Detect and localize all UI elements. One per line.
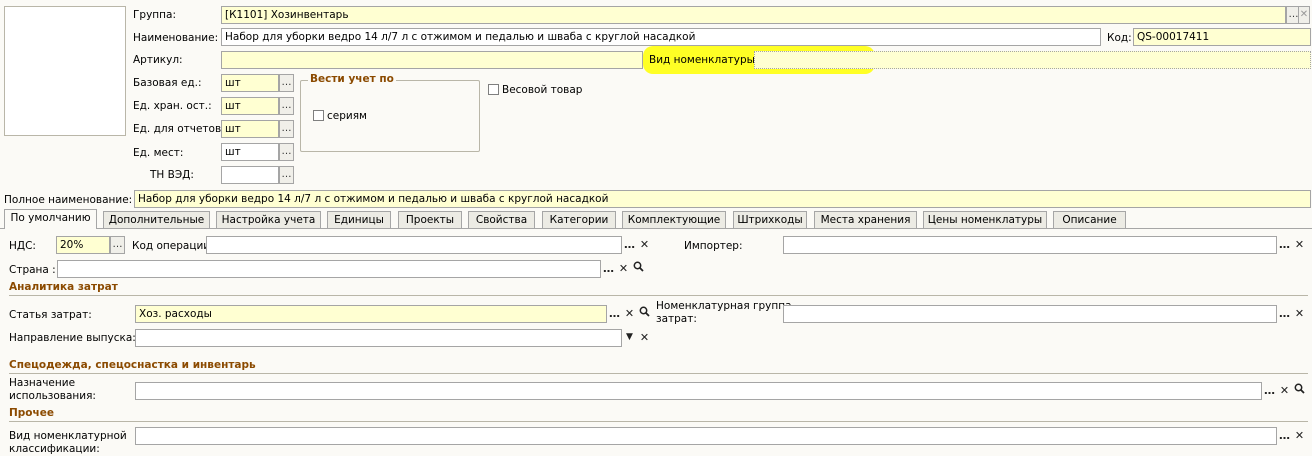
op-code-clear-icon[interactable]: ✕ bbox=[637, 236, 652, 254]
tab-barcodes[interactable]: Штрихкоды bbox=[733, 211, 807, 228]
cost-section-title: Аналитика затрат bbox=[9, 281, 118, 293]
importer-select-button[interactable]: … bbox=[1277, 236, 1292, 254]
vat-label: НДС: bbox=[9, 240, 36, 252]
tab-properties[interactable]: Свойства bbox=[468, 211, 535, 228]
nom-group-clear-icon[interactable]: ✕ bbox=[1292, 305, 1307, 323]
vat-field[interactable]: 20% bbox=[56, 236, 110, 254]
cost-section-divider bbox=[9, 295, 1308, 296]
magnifier-icon[interactable] bbox=[631, 260, 646, 278]
release-dir-field[interactable] bbox=[135, 329, 622, 347]
release-dir-clear-icon[interactable]: ✕ bbox=[637, 329, 652, 347]
other-section-divider bbox=[9, 421, 1308, 422]
report-unit-select-button[interactable]: … bbox=[279, 120, 294, 138]
cost-item-label: Статья затрат: bbox=[9, 309, 92, 321]
group-clear-button[interactable]: ✕ bbox=[1298, 6, 1310, 24]
op-code-select-button[interactable]: … bbox=[622, 236, 637, 254]
release-dir-label: Направление выпуска: bbox=[9, 332, 136, 344]
classif-field[interactable] bbox=[135, 427, 1277, 445]
tab-components[interactable]: Комплектующие bbox=[622, 211, 726, 228]
classif-label-2: классификации: bbox=[9, 443, 100, 455]
image-placeholder[interactable] bbox=[4, 6, 126, 136]
group-field[interactable]: [К1101] Хозинвентарь bbox=[221, 6, 1286, 24]
country-label: Страна : bbox=[9, 264, 56, 276]
release-dir-dropdown-icon[interactable]: ▼ bbox=[622, 329, 637, 347]
place-unit-select-button[interactable]: … bbox=[279, 143, 294, 161]
importer-field[interactable] bbox=[783, 236, 1277, 254]
tab-default[interactable]: По умолчанию bbox=[4, 209, 97, 229]
nom-group-label-1: Номенклатурная группа bbox=[656, 300, 792, 312]
importer-label: Импортер: bbox=[684, 240, 743, 252]
code-label: Код: bbox=[1107, 32, 1132, 44]
tnved-field[interactable] bbox=[221, 166, 279, 184]
storage-unit-select-button[interactable]: … bbox=[279, 97, 294, 115]
tab-description[interactable]: Описание bbox=[1053, 211, 1126, 228]
weight-checkbox[interactable] bbox=[488, 84, 499, 95]
code-field[interactable]: QS-00017411 bbox=[1133, 28, 1311, 46]
workwear-section-divider bbox=[9, 373, 1308, 374]
nom-type-label: Вид номенклатуры: bbox=[649, 54, 759, 66]
series-label: сериям bbox=[327, 110, 367, 122]
purpose-clear-icon[interactable]: ✕ bbox=[1277, 382, 1292, 400]
place-unit-field[interactable]: шт bbox=[221, 143, 279, 161]
group-label: Группа: bbox=[133, 9, 176, 21]
country-clear-icon[interactable]: ✕ bbox=[616, 260, 631, 278]
other-section-title: Прочее bbox=[9, 407, 54, 419]
base-unit-select-button[interactable]: … bbox=[279, 74, 294, 92]
tab-accounting-settings[interactable]: Настройка учета bbox=[216, 211, 321, 228]
workwear-section-title: Спецодежда, спецоснастка и инвентарь bbox=[9, 359, 256, 371]
article-label: Артикул: bbox=[133, 54, 183, 66]
tab-prices[interactable]: Цены номенклатуры bbox=[923, 211, 1047, 228]
purpose-label-2: использования: bbox=[9, 390, 96, 402]
classif-select-button[interactable]: … bbox=[1277, 427, 1292, 445]
base-unit-label: Базовая ед.: bbox=[133, 77, 202, 89]
series-checkbox[interactable] bbox=[313, 110, 324, 121]
name-field[interactable]: Набор для уборки ведро 14 л/7 л с отжимо… bbox=[221, 28, 1101, 46]
nom-group-label-2: затрат: bbox=[656, 313, 697, 325]
op-code-label: Код операции: bbox=[132, 240, 214, 252]
op-code-field[interactable] bbox=[206, 236, 622, 254]
cost-item-field[interactable]: Хоз. расходы bbox=[135, 305, 607, 323]
storage-unit-label: Ед. хран. ост.: bbox=[133, 100, 212, 112]
vat-select-button[interactable]: … bbox=[110, 236, 125, 254]
cost-item-select-button[interactable]: … bbox=[607, 305, 622, 323]
tab-units[interactable]: Единицы bbox=[327, 211, 391, 228]
full-name-field[interactable]: Набор для уборки ведро 14 л/7 л с отжимо… bbox=[134, 190, 1311, 208]
tabs-baseline bbox=[0, 228, 1312, 229]
country-select-button[interactable]: … bbox=[601, 260, 616, 278]
classif-label-1: Вид номенклатурной bbox=[9, 430, 127, 442]
track-group-title: Вести учет по bbox=[308, 72, 396, 86]
magnifier-icon[interactable] bbox=[1292, 382, 1307, 400]
purpose-select-button[interactable]: … bbox=[1262, 382, 1277, 400]
cost-item-clear-icon[interactable]: ✕ bbox=[622, 305, 637, 323]
nom-type-field[interactable] bbox=[754, 51, 1311, 69]
purpose-label-1: Назначение bbox=[9, 377, 76, 389]
magnifier-icon[interactable] bbox=[637, 305, 652, 323]
storage-unit-field[interactable]: шт bbox=[221, 97, 279, 115]
tnved-select-button[interactable]: … bbox=[279, 166, 294, 184]
tab-storage-places[interactable]: Места хранения bbox=[814, 211, 917, 228]
report-unit-field[interactable]: шт bbox=[221, 120, 279, 138]
name-label: Наименование: bbox=[133, 32, 219, 44]
country-field[interactable] bbox=[57, 260, 601, 278]
classif-clear-icon[interactable]: ✕ bbox=[1292, 427, 1307, 445]
base-unit-field[interactable]: шт bbox=[221, 74, 279, 92]
report-unit-label: Ед. для отчетов: bbox=[133, 123, 225, 135]
full-name-label: Полное наименование: bbox=[4, 194, 133, 206]
tnved-label: ТН ВЭД: bbox=[150, 169, 194, 181]
nom-group-select-button[interactable]: … bbox=[1277, 305, 1292, 323]
weight-label: Весовой товар bbox=[502, 84, 583, 96]
purpose-field[interactable] bbox=[135, 382, 1262, 400]
place-unit-label: Ед. мест: bbox=[133, 147, 184, 159]
article-field[interactable] bbox=[221, 51, 643, 69]
nom-group-field[interactable] bbox=[783, 305, 1277, 323]
tab-categories[interactable]: Категории bbox=[542, 211, 616, 228]
tab-projects[interactable]: Проекты bbox=[398, 211, 462, 228]
tab-additional[interactable]: Дополнительные bbox=[103, 211, 210, 228]
importer-clear-icon[interactable]: ✕ bbox=[1292, 236, 1307, 254]
